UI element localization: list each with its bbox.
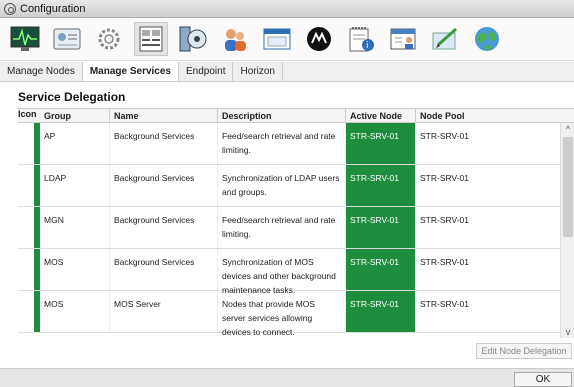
name-cell: Background Services	[110, 123, 218, 164]
name-cell: MOS Server	[110, 291, 218, 332]
active-node-cell: STR-SRV-01	[346, 207, 416, 248]
active-node-cell: STR-SRV-01	[346, 123, 416, 164]
disk-archive-icon[interactable]	[176, 22, 210, 56]
service-delegation-table: Icon Group Name Description Active Node …	[18, 108, 574, 338]
tab-manage-services[interactable]: Manage Services	[82, 62, 179, 81]
scrollbar-thumb[interactable]	[563, 137, 573, 237]
active-node-cell: STR-SRV-01	[346, 165, 416, 206]
ok-button[interactable]: OK	[514, 372, 572, 387]
table-row[interactable]: MOS MOS Server Nodes that provide MOS se…	[18, 291, 560, 337]
toolbar: i	[0, 18, 574, 61]
pen-edit-icon[interactable]	[428, 22, 462, 56]
table-row[interactable]: MGN Background Services Feed/search retr…	[18, 207, 560, 249]
section-title: Service Delegation	[18, 90, 126, 104]
group-cell: MOS	[40, 291, 110, 332]
node-pool-cell: STR-SRV-01	[420, 215, 469, 225]
name-cell: Background Services	[110, 207, 218, 248]
description-cell: Feed/search retrieval and rate limiting.	[218, 123, 346, 164]
notepad-icon[interactable]: i	[344, 22, 378, 56]
window-titlebar: Configuration	[0, 0, 574, 18]
tab-endpoint[interactable]: Endpoint	[179, 62, 234, 81]
scroll-down-icon[interactable]: v	[561, 326, 574, 338]
gear-icon	[4, 2, 16, 15]
node-pool-cell: STR-SRV-01	[420, 257, 469, 267]
status-indicator	[18, 291, 40, 332]
column-header-name[interactable]: Name	[110, 109, 218, 122]
active-node-cell: STR-SRV-01	[346, 291, 416, 332]
table-row[interactable]: MOS Background Services Synchronization …	[18, 249, 560, 295]
name-cell: Background Services	[110, 249, 218, 290]
svg-text:i: i	[366, 41, 369, 51]
column-header-node-pool[interactable]: Node Pool	[416, 109, 574, 122]
group-cell: AP	[40, 123, 110, 164]
tab-bar: Manage Nodes Manage Services Endpoint Ho…	[0, 62, 574, 82]
description-cell: Feed/search retrieval and rate limiting.	[218, 207, 346, 248]
tab-horizon[interactable]: Horizon	[233, 62, 283, 81]
status-indicator	[18, 123, 40, 164]
window-title: Configuration	[20, 2, 86, 15]
status-indicator	[18, 249, 40, 290]
brand-logo-icon[interactable]	[302, 22, 336, 56]
table-row[interactable]: LDAP Background Services Synchronization…	[18, 165, 560, 207]
node-pool-cell: STR-SRV-01	[420, 299, 469, 309]
calendar-user-icon[interactable]	[386, 22, 420, 56]
column-header-description[interactable]: Description	[218, 109, 346, 122]
group-cell: MGN	[40, 207, 110, 248]
status-indicator	[18, 207, 40, 248]
column-header-active-node[interactable]: Active Node	[346, 109, 416, 122]
scroll-up-icon[interactable]: ^	[561, 123, 574, 135]
name-cell: Background Services	[110, 165, 218, 206]
window-icon[interactable]	[260, 22, 294, 56]
globe-icon[interactable]	[470, 22, 504, 56]
group-cell: MOS	[40, 249, 110, 290]
description-cell: Synchronization of LDAP users and groups…	[218, 165, 346, 206]
server-panel-icon[interactable]	[134, 22, 168, 56]
node-pool-cell: STR-SRV-01	[420, 131, 469, 141]
table-row[interactable]: AP Background Services Feed/search retri…	[18, 123, 560, 165]
gear-icon[interactable]	[92, 22, 126, 56]
table-body[interactable]: AP Background Services Feed/search retri…	[18, 123, 560, 338]
users-icon[interactable]	[218, 22, 252, 56]
column-header-icon[interactable]: Icon	[18, 109, 40, 122]
network-monitor-icon[interactable]	[8, 22, 42, 56]
description-cell: Synchronization of MOS devices and other…	[218, 249, 346, 295]
column-header-group[interactable]: Group	[40, 109, 110, 122]
node-pool-cell: STR-SRV-01	[420, 173, 469, 183]
dialog-footer	[0, 368, 574, 387]
tab-manage-nodes[interactable]: Manage Nodes	[0, 62, 83, 81]
vertical-scrollbar[interactable]: ^ v	[560, 123, 574, 338]
group-cell: LDAP	[40, 165, 110, 206]
active-node-cell: STR-SRV-01	[346, 249, 416, 290]
edit-node-delegation-button[interactable]: Edit Node Delegation	[476, 343, 572, 359]
status-indicator	[18, 165, 40, 206]
table-header: Icon Group Name Description Active Node …	[18, 109, 574, 123]
device-card-icon[interactable]	[50, 22, 84, 56]
description-cell: Nodes that provide MOS server services a…	[218, 291, 346, 337]
